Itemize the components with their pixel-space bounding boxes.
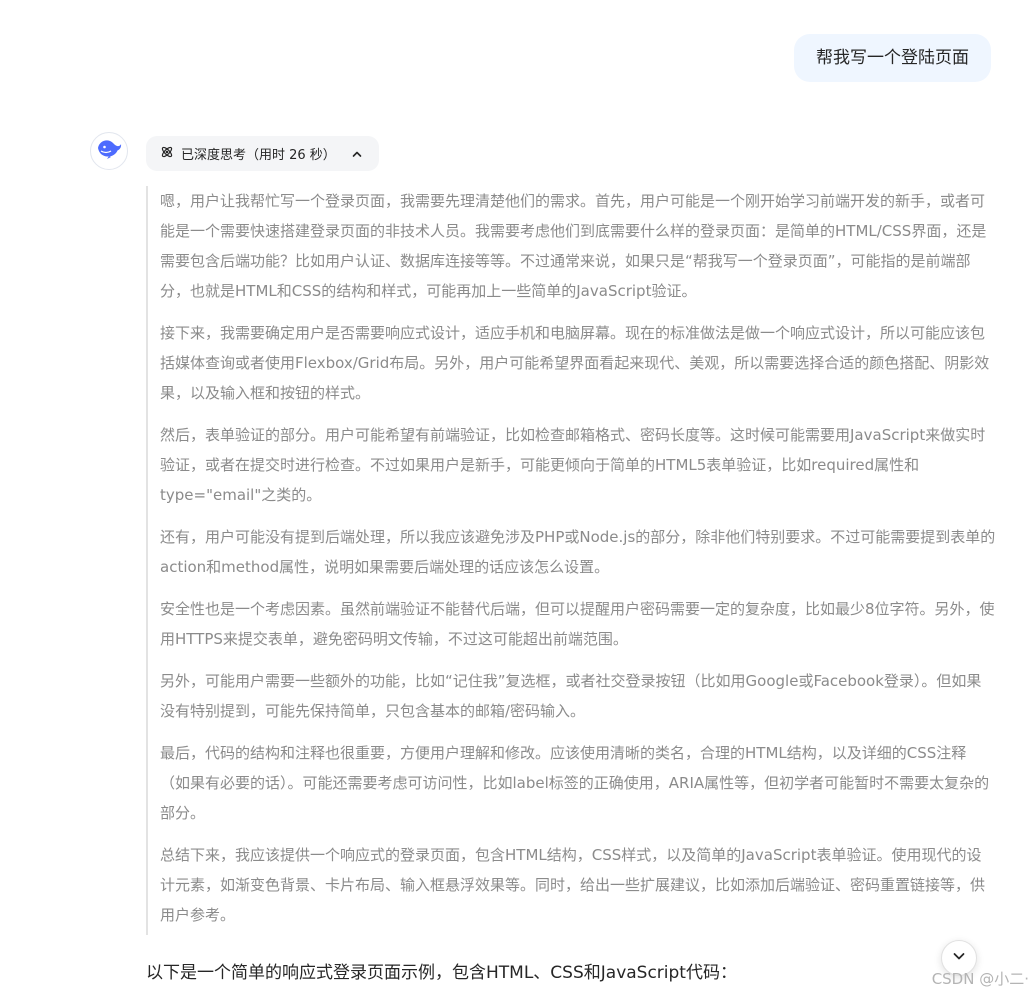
answer-intro: 以下是一个简单的响应式登录页面示例，包含HTML、CSS和JavaScript代… — [146, 963, 737, 983]
thinking-paragraph: 嗯，用户让我帮忙写一个登录页面，我需要先理清楚他们的需求。首先，用户可能是一个刚… — [160, 192, 987, 300]
deep-think-toggle[interactable]: 已深度思考（用时 26 秒） — [146, 136, 379, 171]
thinking-paragraph: 另外，可能用户需要一些额外的功能，比如“记住我”复选框，或者社交登录按钮（比如用… — [160, 672, 982, 720]
thinking-paragraph: 还有，用户可能没有提到后端处理，所以我应该避免涉及PHP或Node.js的部分，… — [160, 528, 996, 576]
thinking-paragraph: 接下来，我需要确定用户是否需要响应式设计，适应手机和电脑屏幕。现在的标准做法是做… — [160, 324, 990, 402]
thinking-paragraph: 总结下来，我应该提供一个响应式的登录页面，包含HTML结构，CSS样式，以及简单… — [160, 846, 986, 924]
watermark: CSDN @小二· — [931, 970, 1029, 988]
thinking-content: 嗯，用户让我帮忙写一个登录页面，我需要先理清楚他们的需求。首先，用户可能是一个刚… — [146, 186, 996, 935]
thinking-paragraph: 最后，代码的结构和注释也很重要，方便用户理解和修改。应该使用清晰的类名，合理的H… — [160, 744, 990, 822]
thinking-paragraph: 然后，表单验证的部分。用户可能希望有前端验证，比如检查邮箱格式、密码长度等。这时… — [160, 426, 986, 504]
user-message-bubble: 帮我写一个登陆页面 — [794, 34, 991, 82]
user-message-text: 帮我写一个登陆页面 — [816, 48, 969, 68]
thinking-paragraph: 安全性也是一个考虑因素。虽然前端验证不能替代后端，但可以提醒用户密码需要一定的复… — [160, 600, 995, 648]
deep-think-atom-icon — [160, 145, 174, 163]
chevron-up-icon[interactable] — [351, 148, 363, 160]
assistant-avatar — [90, 132, 128, 170]
chevron-down-icon — [951, 948, 967, 968]
deep-think-label: 已深度思考（用时 26 秒） — [181, 148, 336, 163]
deepseek-whale-icon — [96, 138, 122, 164]
